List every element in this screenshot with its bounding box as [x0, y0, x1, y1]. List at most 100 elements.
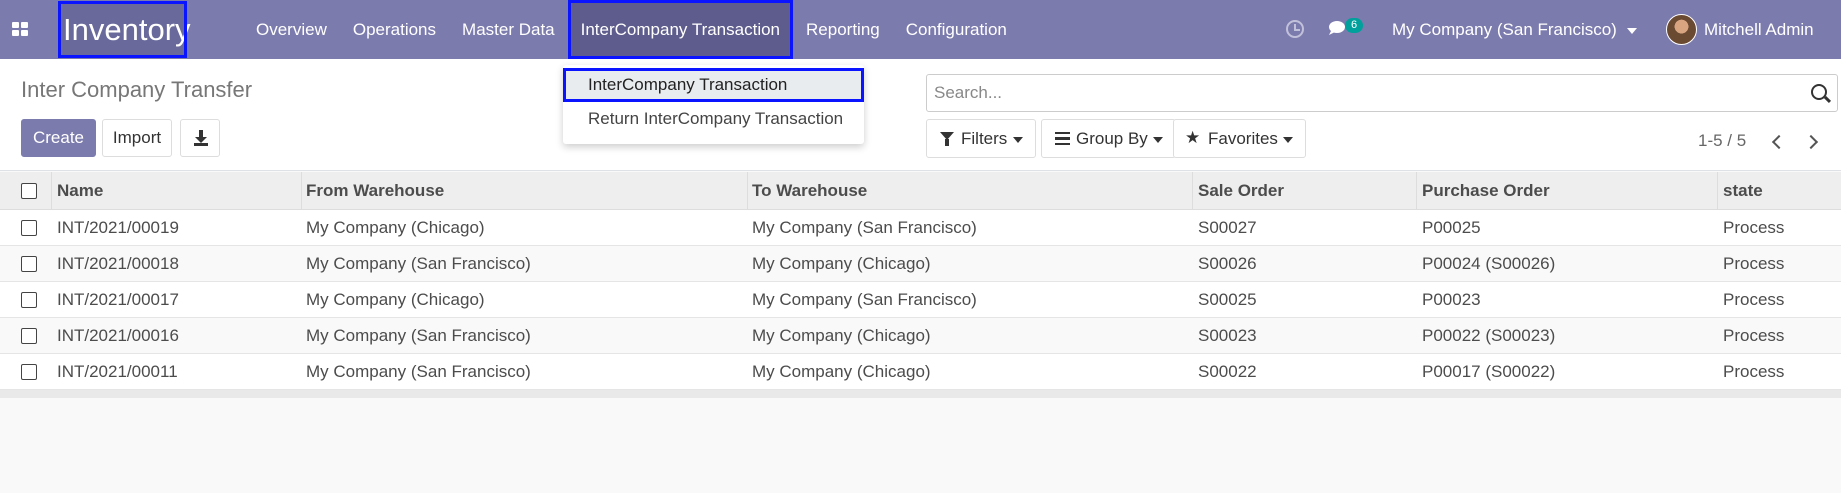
row-checkbox[interactable] [21, 292, 37, 308]
cell-sale-order: S00025 [1198, 290, 1257, 309]
cell-state: Process [1723, 254, 1785, 273]
column-header-from-warehouse[interactable]: From Warehouse [302, 172, 748, 209]
chevron-down-icon [1013, 137, 1023, 143]
pager-previous-icon[interactable] [1770, 134, 1784, 150]
dropdown-item-return-intercompany-transaction[interactable]: Return InterCompany Transaction [563, 102, 864, 136]
cell-purchase-order: P00024 (S00026) [1422, 254, 1556, 273]
dropdown-item-intercompany-transaction[interactable]: InterCompany Transaction [563, 68, 864, 102]
breadcrumb: Inter Company Transfer [21, 77, 253, 102]
menu-operations[interactable]: Operations [340, 0, 449, 59]
row-checkbox[interactable] [21, 364, 37, 380]
apps-grid-icon[interactable] [12, 22, 30, 38]
cell-from-warehouse: My Company (Chicago) [306, 290, 485, 309]
menu-overview[interactable]: Overview [243, 0, 340, 59]
cell-purchase-order: P00017 (S00022) [1422, 362, 1556, 381]
favorites-button[interactable]: ★ Favorites [1173, 119, 1306, 158]
cell-state: Process [1723, 326, 1785, 345]
cell-to-warehouse: My Company (Chicago) [752, 326, 931, 345]
search-icon[interactable] [1811, 84, 1827, 100]
table-row[interactable]: INT/2021/00011 My Company (San Francisco… [0, 354, 1841, 390]
menu-master-data[interactable]: Master Data [449, 0, 568, 59]
column-header-sale-order[interactable]: Sale Order [1193, 172, 1417, 209]
list-table: Name From Warehouse To Warehouse Sale Or… [0, 172, 1841, 390]
cell-purchase-order: P00025 [1422, 218, 1481, 237]
company-name: My Company (San Francisco) [1392, 20, 1617, 39]
group-by-button[interactable]: Group By [1041, 119, 1176, 158]
cell-name: INT/2021/00011 [57, 362, 178, 381]
table-row[interactable]: INT/2021/00017 My Company (Chicago) My C… [0, 282, 1841, 318]
download-icon [194, 130, 208, 146]
intercompany-dropdown-menu: InterCompany Transaction Return InterCom… [563, 65, 864, 144]
table-row[interactable]: INT/2021/00016 My Company (San Francisco… [0, 318, 1841, 354]
filter-icon [940, 132, 954, 146]
filters-label: Filters [961, 129, 1008, 148]
list-icon [1055, 132, 1070, 145]
user-name: Mitchell Admin [1704, 20, 1814, 39]
cell-from-warehouse: My Company (San Francisco) [306, 254, 531, 273]
cell-from-warehouse: My Company (San Francisco) [306, 326, 531, 345]
star-icon: ★ [1185, 128, 1201, 147]
row-select-cell [0, 282, 52, 317]
cell-state: Process [1723, 290, 1785, 309]
cell-sale-order: S00022 [1198, 362, 1257, 381]
cell-to-warehouse: My Company (Chicago) [752, 254, 931, 273]
cell-state: Process [1723, 218, 1785, 237]
row-checkbox[interactable] [21, 220, 37, 236]
pager-value[interactable]: 1-5 / 5 [1698, 131, 1746, 151]
column-header-name[interactable]: Name [52, 172, 302, 209]
cell-from-warehouse: My Company (Chicago) [306, 218, 485, 237]
chevron-down-icon [1283, 137, 1293, 143]
cell-to-warehouse: My Company (San Francisco) [752, 290, 977, 309]
row-select-cell [0, 354, 52, 389]
cell-name: INT/2021/00019 [57, 218, 179, 237]
activity-clock-icon[interactable] [1286, 20, 1304, 38]
row-select-cell [0, 318, 52, 353]
chevron-down-icon [1153, 137, 1163, 143]
menu-reporting[interactable]: Reporting [793, 0, 893, 59]
avatar[interactable] [1666, 14, 1697, 45]
cell-purchase-order: P00023 [1422, 290, 1481, 309]
search-bar [926, 74, 1838, 112]
control-panel: Inter Company Transfer Create Import Fil… [0, 59, 1841, 171]
select-all-checkbox[interactable] [21, 183, 37, 199]
cell-name: INT/2021/00017 [57, 290, 179, 309]
favorites-label: Favorites [1208, 129, 1278, 148]
row-checkbox[interactable] [21, 328, 37, 344]
cell-state: Process [1723, 362, 1785, 381]
filters-button[interactable]: Filters [926, 119, 1036, 158]
row-checkbox[interactable] [21, 256, 37, 272]
company-switcher[interactable]: My Company (San Francisco) [1392, 0, 1637, 59]
table-header: Name From Warehouse To Warehouse Sale Or… [0, 172, 1841, 210]
cell-to-warehouse: My Company (San Francisco) [752, 218, 977, 237]
table-row[interactable]: INT/2021/00019 My Company (Chicago) My C… [0, 210, 1841, 246]
column-header-state[interactable]: state [1718, 172, 1841, 209]
cell-to-warehouse: My Company (Chicago) [752, 362, 931, 381]
table-row[interactable]: INT/2021/00018 My Company (San Francisco… [0, 246, 1841, 282]
row-select-cell [0, 210, 52, 245]
menu-intercompany-transaction[interactable]: InterCompany Transaction [567, 0, 794, 59]
search-input[interactable] [927, 75, 1787, 111]
cell-name: INT/2021/00018 [57, 254, 179, 273]
top-navbar: Inventory Overview Operations Master Dat… [0, 0, 1841, 59]
main-menu: Overview Operations Master Data InterCom… [243, 0, 1020, 59]
pager-next-icon[interactable] [1806, 134, 1820, 150]
create-button[interactable]: Create [21, 119, 96, 157]
group-by-label: Group By [1076, 129, 1148, 148]
select-all-cell [0, 172, 52, 209]
cell-sale-order: S00023 [1198, 326, 1257, 345]
column-header-to-warehouse[interactable]: To Warehouse [748, 172, 1193, 209]
table-footer-divider [0, 390, 1841, 398]
user-menu[interactable]: Mitchell Admin [1704, 0, 1814, 59]
download-button[interactable] [180, 119, 220, 157]
cell-purchase-order: P00022 (S00023) [1422, 326, 1556, 345]
app-title[interactable]: Inventory [58, 1, 191, 58]
messages-count-badge: 6 [1345, 18, 1363, 33]
chevron-down-icon [1626, 27, 1637, 34]
cell-name: INT/2021/00016 [57, 326, 179, 345]
cell-sale-order: S00026 [1198, 254, 1257, 273]
cell-sale-order: S00027 [1198, 218, 1257, 237]
column-header-purchase-order[interactable]: Purchase Order [1417, 172, 1718, 209]
menu-configuration[interactable]: Configuration [893, 0, 1020, 59]
import-button[interactable]: Import [102, 119, 172, 157]
cell-from-warehouse: My Company (San Francisco) [306, 362, 531, 381]
